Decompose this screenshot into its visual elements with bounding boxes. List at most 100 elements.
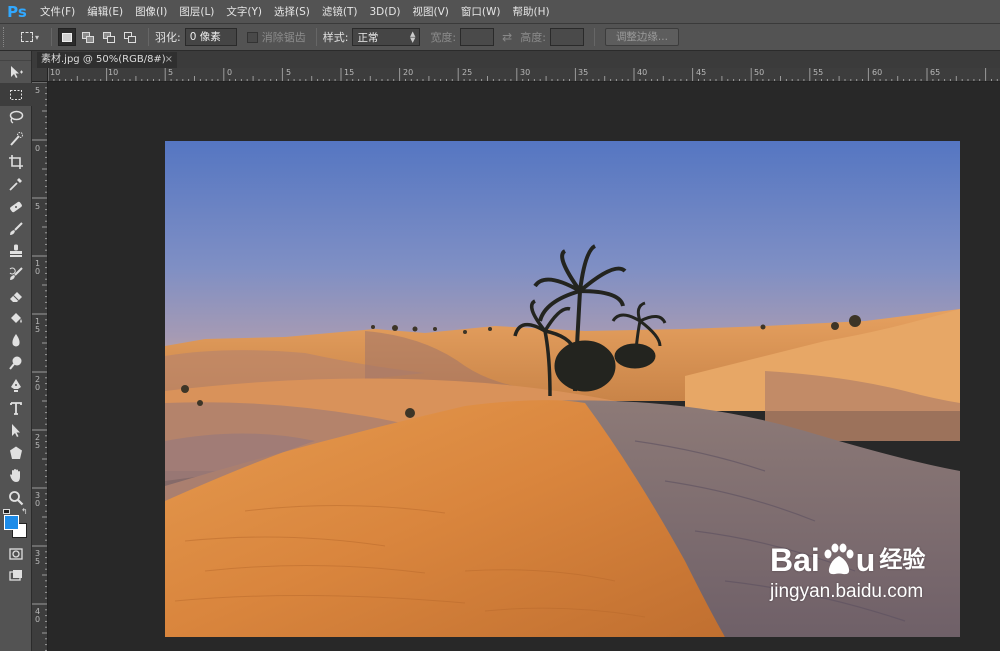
watermark-brand: Bai u 经验 <box>770 543 990 577</box>
ruler-label: 50 <box>754 68 765 77</box>
quick-select-icon[interactable] <box>0 128 32 150</box>
ruler-label: 45 <box>696 68 707 77</box>
width-input[interactable] <box>460 28 495 46</box>
clone-stamp-icon[interactable] <box>0 240 32 262</box>
ruler-label: 30 <box>520 68 531 77</box>
updown-arrows-icon: ▲ ▼ <box>410 30 416 44</box>
chevron-down-icon: ▾ <box>34 32 39 42</box>
options-bar: ▾ 羽化: 0 像素 消除锯齿 样式: 正常 ▲ ▼ 宽度: ⇄ 高度: 调整边缘… <box>0 24 1000 51</box>
tool-preset-picker[interactable]: ▾ <box>15 27 45 47</box>
document-title: 素材.jpg @ 50%(RGB/8#) <box>41 54 166 65</box>
new-selection-button[interactable] <box>58 28 76 46</box>
move-icon[interactable] <box>0 61 32 83</box>
brush-icon[interactable] <box>0 218 32 240</box>
ruler-label: 2 5 <box>35 433 41 450</box>
default-colors-icon[interactable] <box>3 508 10 514</box>
ruler-label: 10 <box>108 68 119 77</box>
swap-icon[interactable]: ⇄ <box>502 30 512 44</box>
refine-edge-button[interactable]: 调整边缘... <box>604 28 679 46</box>
ruler-label: 40 <box>637 68 648 77</box>
lasso-icon[interactable] <box>0 106 32 128</box>
vertical-ruler[interactable]: 5 0 5 1 0 1 5 2 0 2 5 3 0 3 5 4 0 <box>32 82 48 651</box>
ruler-label: 1 0 <box>35 259 41 276</box>
zoom-icon[interactable] <box>0 486 32 508</box>
add-selection-icon <box>82 31 94 43</box>
menu-layer[interactable]: 图层(L) <box>173 0 220 24</box>
ruler-label: 55 <box>813 68 824 77</box>
ruler-label: 5 <box>168 68 174 77</box>
ruler-label: 3 0 <box>35 491 41 508</box>
screen-mode-icon[interactable] <box>0 565 32 587</box>
watermark-url: jingyan.baidu.com <box>770 581 924 602</box>
subtract-selection-icon <box>103 31 115 43</box>
divider <box>51 28 52 46</box>
ruler-label: 20 <box>403 68 414 77</box>
healing-brush-icon[interactable] <box>0 195 32 217</box>
eyedropper-icon[interactable] <box>0 173 32 195</box>
menu-select[interactable]: 选择(S) <box>268 0 316 24</box>
menu-bar: Ps 文件(F) 编辑(E) 图像(I) 图层(L) 文字(Y) 选择(S) 滤… <box>0 0 1000 24</box>
document-tab[interactable]: 素材.jpg @ 50%(RGB/8#) × <box>37 52 177 68</box>
color-swatches: ↰ <box>0 507 32 543</box>
baidu-paw-icon <box>824 543 854 575</box>
blur-icon[interactable] <box>0 330 32 352</box>
watermark-bai: Bai <box>770 542 820 578</box>
eraser-icon[interactable] <box>0 285 32 307</box>
watermark-jingyan: 经验 <box>879 547 926 573</box>
add-selection-button[interactable] <box>79 28 97 46</box>
height-input[interactable] <box>549 28 584 46</box>
pen-icon[interactable] <box>0 374 32 396</box>
rect-marquee-preset-icon <box>20 32 33 42</box>
dodge-icon[interactable] <box>0 352 32 374</box>
options-grip[interactable] <box>3 27 11 47</box>
type-icon[interactable] <box>0 397 32 419</box>
menu-filter[interactable]: 滤镜(T) <box>316 0 364 24</box>
watermark-u: u <box>855 542 876 578</box>
divider <box>315 28 317 46</box>
foreground-color-swatch[interactable] <box>4 514 19 530</box>
intersect-selection-icon <box>124 31 136 43</box>
antialias-checkbox[interactable] <box>246 31 258 43</box>
hand-icon[interactable] <box>0 464 32 486</box>
toolbox-grip[interactable] <box>0 51 31 61</box>
menu-type[interactable]: 文字(Y) <box>220 0 268 24</box>
ruler-label: 65 <box>930 68 941 77</box>
menu-image[interactable]: 图像(I) <box>129 0 173 24</box>
toolbox: ↰ <box>0 51 32 651</box>
ruler-label: 3 5 <box>35 549 41 566</box>
horizontal-ruler[interactable]: 10 5 0 5 15 20 25 30 35 40 45 50 55 60 6… <box>48 68 1000 82</box>
history-brush-icon[interactable] <box>0 263 32 285</box>
swap-colors-icon[interactable]: ↰ <box>21 507 28 516</box>
antialias-label: 消除锯齿 <box>261 31 306 44</box>
subtract-selection-button[interactable] <box>100 28 118 46</box>
menu-3d[interactable]: 3D(D) <box>363 0 406 24</box>
ruler-label: 2 0 <box>35 375 41 392</box>
rect-marquee-icon[interactable] <box>0 83 32 106</box>
ruler-label: 0 <box>35 144 41 153</box>
paint-bucket-icon[interactable] <box>0 307 32 329</box>
ruler-label: 4 0 <box>35 607 41 624</box>
ruler-label: 5 <box>35 202 41 211</box>
style-label: 样式: <box>322 31 349 44</box>
feather-input[interactable]: 0 像素 <box>184 28 237 46</box>
width-label: 宽度: <box>430 31 457 44</box>
divider <box>148 28 149 46</box>
ruler-label: 5 <box>35 86 41 95</box>
style-select[interactable]: 正常 ▲ ▼ <box>352 28 421 46</box>
menu-file[interactable]: 文件(F) <box>34 0 81 24</box>
menu-view[interactable]: 视图(V) <box>407 0 455 24</box>
photoshop-logo: Ps <box>7 2 27 21</box>
shape-icon[interactable] <box>0 442 32 464</box>
ruler-label: 5 <box>286 68 292 77</box>
crop-icon[interactable] <box>0 151 32 173</box>
document-tab-bar: 素材.jpg @ 50%(RGB/8#) × <box>32 51 1000 68</box>
menu-edit[interactable]: 编辑(E) <box>81 0 129 24</box>
close-icon[interactable]: × <box>165 52 173 68</box>
ruler-label: 10 <box>50 68 61 77</box>
intersect-selection-button[interactable] <box>121 28 139 46</box>
menu-help[interactable]: 帮助(H) <box>507 0 556 24</box>
ruler-origin[interactable] <box>32 68 48 82</box>
quick-mask-icon[interactable] <box>0 543 32 565</box>
menu-window[interactable]: 窗口(W) <box>455 0 507 24</box>
path-select-icon[interactable] <box>0 419 32 441</box>
